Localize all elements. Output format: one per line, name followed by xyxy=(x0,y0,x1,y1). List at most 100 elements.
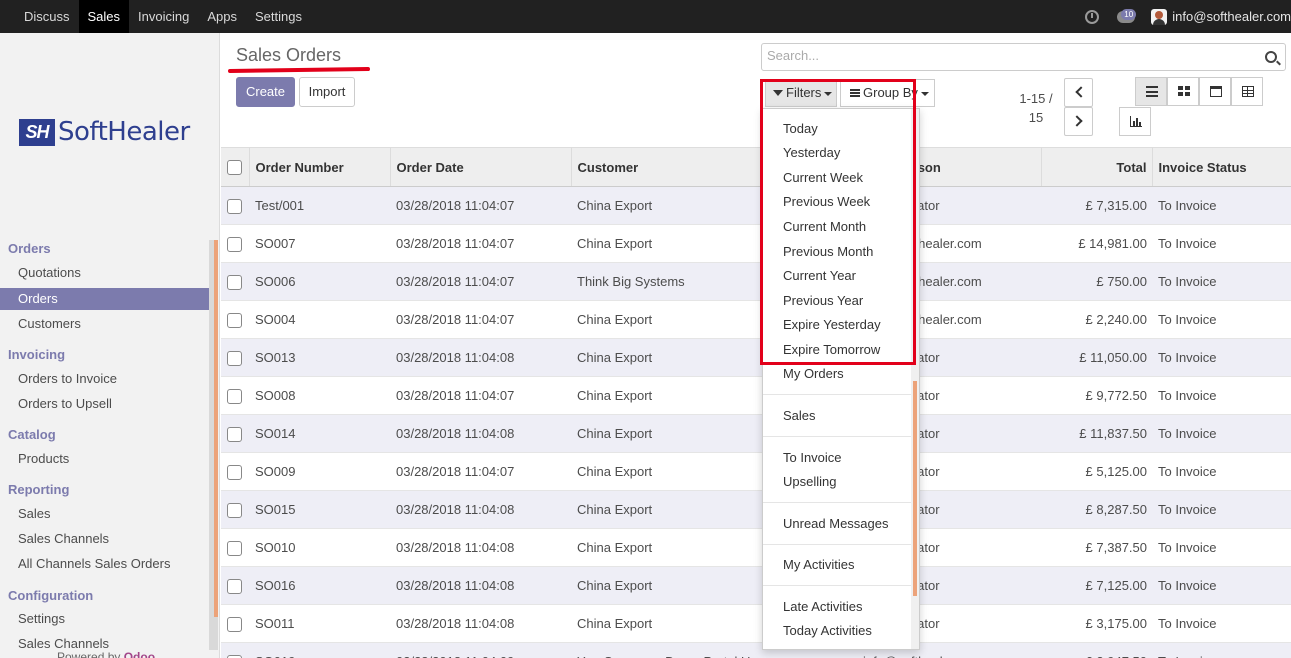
table-row[interactable]: SO01003/28/2018 11:04:08China ExportAdmi… xyxy=(221,528,1291,567)
table-row[interactable]: SO007 03/28/2018 11:04:07 China Export info… xyxy=(221,224,1291,263)
pager-previous-button[interactable] xyxy=(1064,78,1093,107)
table-row[interactable]: SO01603/28/2018 11:04:08China ExportAdmi… xyxy=(221,566,1291,605)
row-checkbox[interactable] xyxy=(227,426,242,442)
sidebar-item-settings[interactable]: Settings xyxy=(0,608,209,630)
dropdown-scrollbar[interactable] xyxy=(911,109,919,649)
filter-option[interactable]: Yesterday xyxy=(783,145,840,160)
sidebar-item-sales-channels[interactable]: Sales Channels xyxy=(0,528,209,550)
search-input[interactable] xyxy=(767,48,1247,63)
dropdown-divider xyxy=(763,436,911,437)
table-row[interactable]: SO00903/28/2018 11:04:07China ExportAdmi… xyxy=(221,452,1291,491)
powered-by-label: Powered by xyxy=(57,650,121,658)
table-row[interactable]: SO004 03/28/2018 11:04:07 China Export info… xyxy=(221,300,1291,339)
total-cell: £ 9,772.50 xyxy=(1041,376,1152,415)
filter-option[interactable]: Sales xyxy=(783,408,816,423)
table-row[interactable]: SO01503/28/2018 11:04:08China ExportAdmi… xyxy=(221,490,1291,529)
filter-option[interactable]: My Orders xyxy=(783,366,844,381)
graph-view-button[interactable] xyxy=(1119,107,1151,136)
row-checkbox[interactable] xyxy=(227,578,242,594)
row-checkbox[interactable] xyxy=(227,540,242,556)
column-header[interactable]: Invoice Status xyxy=(1152,147,1291,187)
import-button[interactable]: Import xyxy=(299,77,355,107)
column-header[interactable]: Order Number xyxy=(249,147,391,187)
row-checkbox[interactable] xyxy=(227,654,242,658)
kanban-view-button[interactable] xyxy=(1167,77,1199,106)
column-header[interactable]: Total xyxy=(1041,147,1153,187)
row-checkbox[interactable] xyxy=(227,388,242,404)
filter-option[interactable]: Previous Week xyxy=(783,194,870,209)
order-date-cell: 03/28/2018 11:04:07 xyxy=(390,300,571,339)
table-row[interactable]: SO00803/28/2018 11:04:07China ExportAdmi… xyxy=(221,376,1291,415)
odoo-link[interactable]: Odoo xyxy=(124,650,155,658)
list-view-button[interactable] xyxy=(1135,77,1167,106)
sidebar-item-orders[interactable]: Orders xyxy=(0,288,209,310)
filter-option[interactable]: Previous Year xyxy=(783,293,863,308)
table-row[interactable]: Test/00103/28/2018 11:04:07China ExportA… xyxy=(221,186,1291,225)
filter-option[interactable]: My Activities xyxy=(783,557,855,572)
row-checkbox[interactable] xyxy=(227,312,242,328)
messaging-icon[interactable]: 10 xyxy=(1117,8,1137,23)
search-icon[interactable] xyxy=(1265,51,1277,63)
row-checkbox[interactable] xyxy=(227,616,242,632)
filter-option[interactable]: Future Activities xyxy=(783,648,875,649)
powered-by: Powered by Odoo xyxy=(57,650,155,658)
table-row[interactable]: SO01103/28/2018 11:04:08China ExportAdmi… xyxy=(221,604,1291,643)
nav-invoicing[interactable]: Invoicing xyxy=(129,0,198,33)
row-checkbox[interactable] xyxy=(227,502,242,518)
filter-option[interactable]: To Invoice xyxy=(783,450,842,465)
filter-option[interactable]: Late Activities xyxy=(783,599,863,614)
row-checkbox[interactable] xyxy=(227,464,242,480)
sidebar-section-reporting[interactable]: Reporting xyxy=(8,482,69,497)
pager-value[interactable]: 1-15 / 15 xyxy=(1016,89,1056,127)
filter-option[interactable]: Current Month xyxy=(783,219,866,234)
row-checkbox[interactable] xyxy=(227,236,242,252)
total-cell: £ 7,315.00 xyxy=(1041,186,1152,225)
sidebar-item-customers[interactable]: Customers xyxy=(0,313,209,335)
filters-button[interactable]: Filters xyxy=(765,79,837,107)
table-row[interactable]: SO006 03/28/2018 11:04:07 Think Big System… xyxy=(221,262,1291,301)
sidebar-section-invoicing[interactable]: Invoicing xyxy=(8,347,65,362)
activity-clock-icon[interactable] xyxy=(1085,9,1100,24)
select-all-checkbox[interactable] xyxy=(227,160,242,176)
filters-dropdown: Today Yesterday Current Week Previous Week C… xyxy=(762,108,920,650)
pivot-view-button[interactable] xyxy=(1231,77,1263,106)
sidebar-item-products[interactable]: Products xyxy=(0,448,209,470)
table-row[interactable]: SO01303/28/2018 11:04:08China ExportAdmi… xyxy=(221,338,1291,377)
nav-apps[interactable]: Apps xyxy=(198,0,246,33)
user-avatar[interactable] xyxy=(1151,8,1168,25)
row-checkbox[interactable] xyxy=(227,198,242,214)
filter-option[interactable]: Today Activities xyxy=(783,623,872,638)
filter-option[interactable]: Expire Yesterday xyxy=(783,317,881,332)
sidebar-item-quotations[interactable]: Quotations xyxy=(0,262,209,284)
sidebar-section-catalog[interactable]: Catalog xyxy=(8,427,56,442)
filter-option[interactable]: Upselling xyxy=(783,474,836,489)
groupby-button[interactable]: Group By xyxy=(840,79,935,107)
page-title: Sales Orders xyxy=(236,45,342,65)
filter-option[interactable]: Unread Messages xyxy=(783,516,889,531)
calendar-view-button[interactable] xyxy=(1199,77,1231,106)
filter-option[interactable]: Today xyxy=(783,121,818,136)
nav-sales[interactable]: Sales xyxy=(78,0,130,33)
user-menu[interactable]: info@softhealer.com xyxy=(1172,9,1291,24)
row-checkbox[interactable] xyxy=(227,350,242,366)
sales-orders-table: Order Number Order Date Customer Salespe… xyxy=(221,147,1291,658)
pager-next-button[interactable] xyxy=(1064,107,1093,136)
sidebar-item-sales[interactable]: Sales xyxy=(0,503,209,525)
sidebar-section-configuration[interactable]: Configuration xyxy=(8,588,93,603)
sidebar-section-orders[interactable]: Orders xyxy=(8,241,51,256)
nav-discuss[interactable]: Discuss xyxy=(15,0,79,33)
table-row[interactable]: SO01903/28/2018 11:04:09YourCompany, Dem… xyxy=(221,642,1291,658)
column-header[interactable]: Order Date xyxy=(390,147,572,187)
dropdown-scroll-thumb[interactable] xyxy=(913,381,917,596)
table-row[interactable]: SO01403/28/2018 11:04:08China ExportAdmi… xyxy=(221,414,1291,453)
row-checkbox[interactable] xyxy=(227,274,242,290)
filter-option[interactable]: Current Year xyxy=(783,268,856,283)
filter-option[interactable]: Current Week xyxy=(783,170,863,185)
nav-settings[interactable]: Settings xyxy=(246,0,311,33)
sidebar-item-orders-to-invoice[interactable]: Orders to Invoice xyxy=(0,368,209,390)
filter-option[interactable]: Previous Month xyxy=(783,244,873,259)
create-button[interactable]: Create xyxy=(236,77,295,107)
sidebar-item-orders-to-upsell[interactable]: Orders to Upsell xyxy=(0,393,209,415)
sidebar-item-all-channels-sales-orders[interactable]: All Channels Sales Orders xyxy=(0,553,209,575)
filter-option[interactable]: Expire Tomorrow xyxy=(783,342,880,357)
